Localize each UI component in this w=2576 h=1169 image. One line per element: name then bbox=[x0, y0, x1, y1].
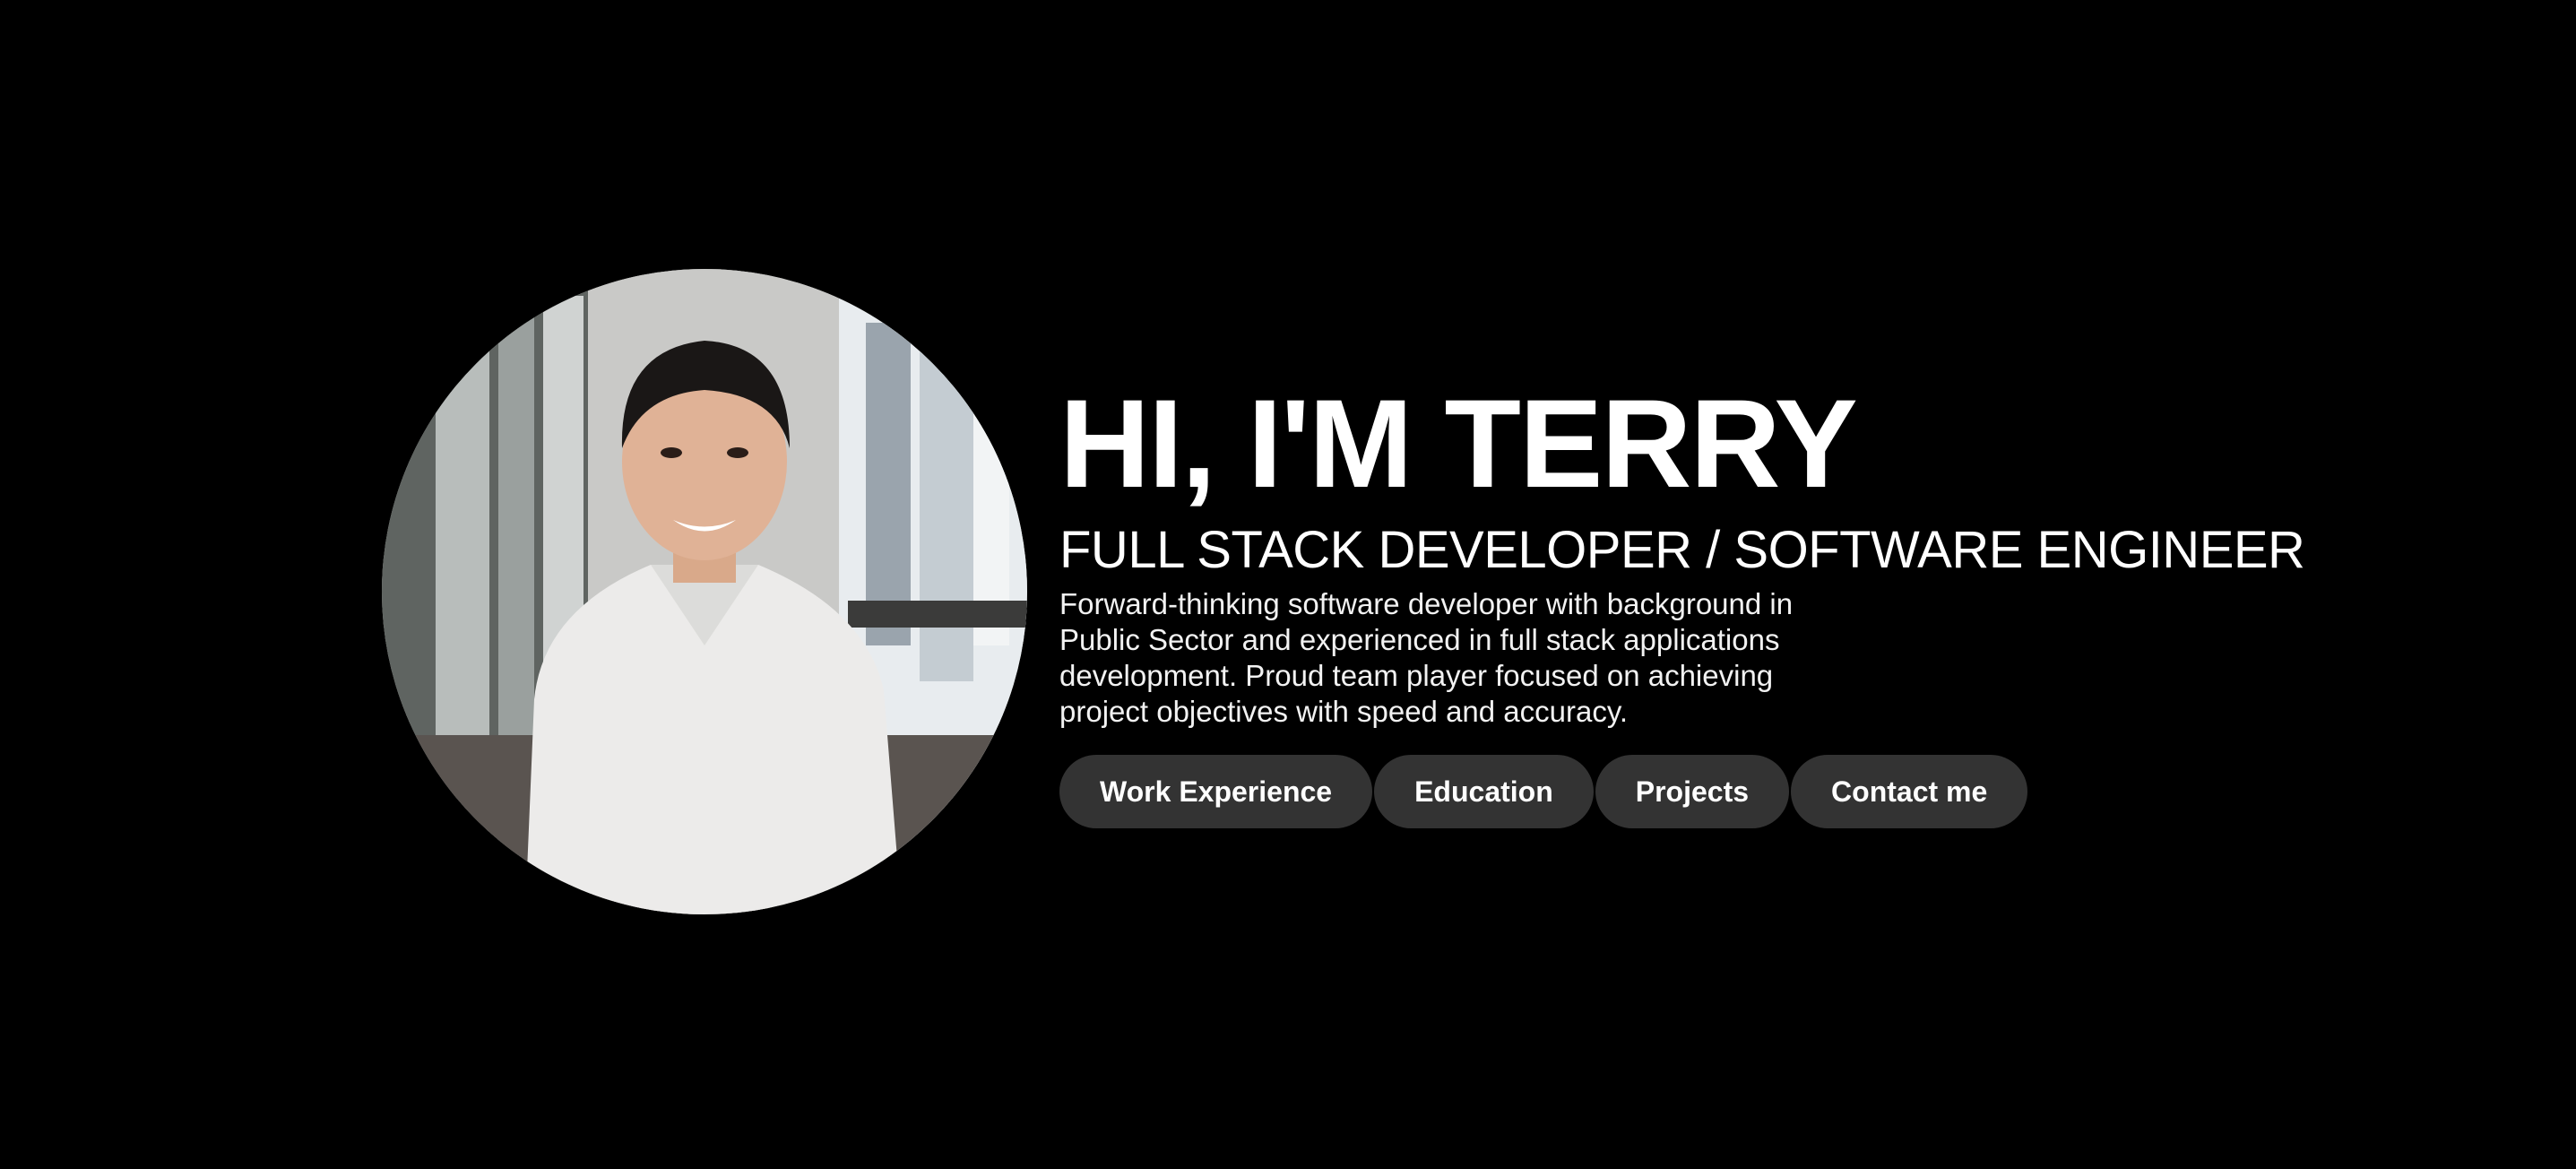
work-experience-button[interactable]: Work Experience bbox=[1059, 755, 1373, 828]
bio-paragraph: Forward-thinking software developer with… bbox=[1059, 587, 1794, 728]
page-title: HI, I'M TERRY bbox=[1059, 373, 1858, 514]
profile-photo bbox=[382, 269, 1027, 914]
hero-section: HI, I'M TERRY FULL STACK DEVELOPER / SOF… bbox=[382, 269, 2305, 914]
profile-photo-image bbox=[382, 269, 1027, 914]
contact-me-button[interactable]: Contact me bbox=[1791, 755, 2028, 828]
nav-buttons: Work Experience Education Projects Conta… bbox=[1059, 755, 2314, 828]
job-title: FULL STACK DEVELOPER / SOFTWARE ENGINEER bbox=[1059, 521, 2305, 579]
intro-text: HI, I'M TERRY FULL STACK DEVELOPER / SOF… bbox=[1059, 377, 2314, 828]
projects-button[interactable]: Projects bbox=[1595, 755, 1790, 828]
education-button[interactable]: Education bbox=[1374, 755, 1594, 828]
